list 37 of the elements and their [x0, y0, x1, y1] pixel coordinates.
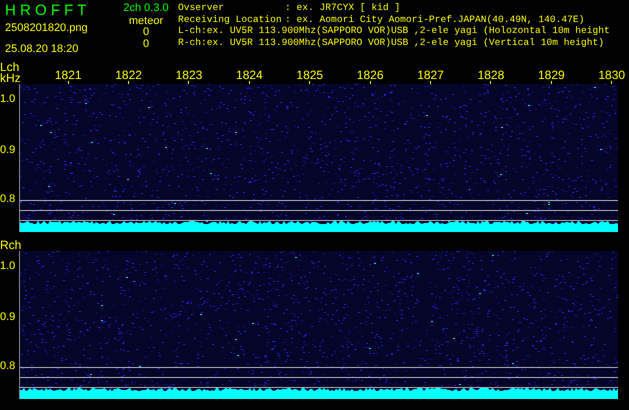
channel-label: Lch — [0, 62, 20, 73]
axis-label: 0.9 — [0, 144, 16, 156]
time-label: 1824 — [236, 69, 263, 81]
time-label: 1821 — [54, 69, 82, 81]
tick-mark — [128, 81, 130, 84]
meteor-count: 0 — [142, 38, 150, 50]
info-value: : ex. Aomori City Aomori-Pref.JAPAN(40.49N, 140.47E) — [285, 14, 584, 25]
axis-label: 1.0 — [0, 93, 16, 105]
info-label: Ovserver — [178, 2, 226, 14]
file-name: 2508201820.png — [5, 21, 89, 35]
time-label: 1829 — [538, 69, 565, 81]
time-label: 1827 — [417, 69, 444, 81]
axis-label: 0.9 — [0, 311, 16, 323]
version-label: 2ch 0.3.0 — [123, 2, 169, 15]
time-label: 1825 — [296, 69, 324, 81]
app-title: H R O F F T — [5, 2, 88, 19]
tick-mark — [550, 81, 552, 84]
info-line: R-ch:ex. UV5R 113.900Mhz(SAPPORO VOR)USB ,2-ele yagi (Vertical 10m height) — [178, 36, 606, 48]
unit-label: kHz — [0, 73, 20, 84]
time-label: 1830 — [598, 69, 626, 81]
tick-mark — [430, 81, 432, 84]
tick-mark — [611, 81, 612, 84]
tick-mark — [248, 81, 250, 84]
meteor-count: 0 — [142, 27, 150, 38]
axis-label: 1.0 — [0, 260, 16, 272]
axis-label: 0.8 — [0, 193, 16, 205]
meteor-label: meteor — [128, 15, 164, 27]
time-label: 1823 — [176, 69, 202, 81]
info-value: : ex. JR7CYX [ kid ] — [285, 2, 400, 14]
channel-label: Rch — [0, 240, 20, 251]
axis-label: 0.8 — [0, 360, 16, 372]
info-line: L-ch:ex. UV5R 113.900Mhz(SAPPORO VOR)USB ,2-ele yagi (Holozontal 10m height — [178, 25, 610, 36]
time-label: 1822 — [115, 69, 142, 81]
info-label: Receiving Location — [178, 14, 283, 25]
time-label: 1826 — [356, 69, 384, 81]
time-label: 1828 — [478, 69, 504, 81]
timestamp: 25.08.20 18:20 — [5, 42, 80, 56]
